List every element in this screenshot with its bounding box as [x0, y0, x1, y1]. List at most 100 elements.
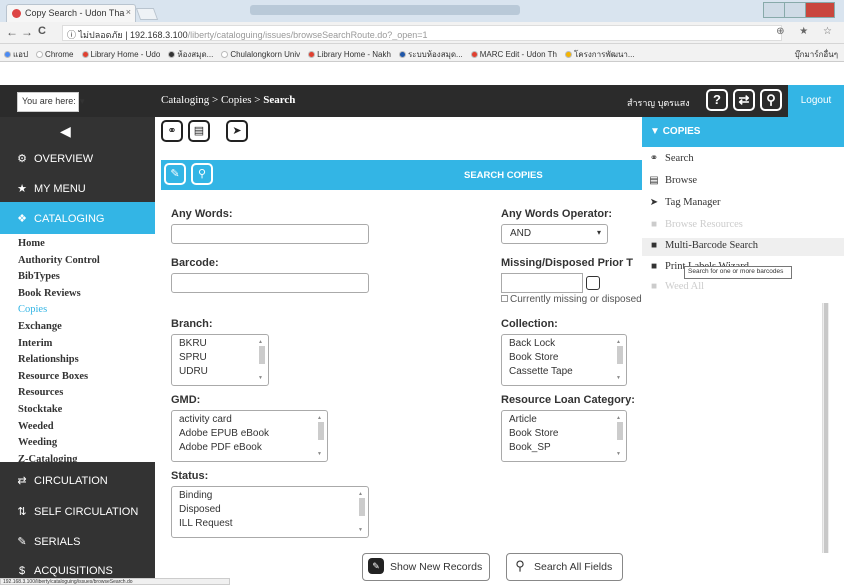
- branch-label: Branch:: [171, 318, 213, 330]
- help-icon[interactable]: ?: [706, 89, 728, 111]
- binoculars-icon[interactable]: ⚭: [161, 120, 183, 142]
- username: สำราญ บุตรแสง: [627, 98, 690, 108]
- sidebar-item-copies[interactable]: Copies: [18, 302, 155, 319]
- collapse-sidebar-icon[interactable]: ◀: [60, 123, 71, 140]
- bookmark-item[interactable]: Chulalongkorn Univ: [217, 46, 304, 59]
- show-new-records-button[interactable]: ✎ Show New Records: [362, 553, 490, 581]
- tab-close-icon[interactable]: ×: [126, 7, 131, 17]
- collection-listbox[interactable]: Back Lock Book Store Cassette Tape ▲ ▼: [501, 334, 627, 386]
- checkbox-box[interactable]: [501, 295, 508, 302]
- copies-menu-tag-manager[interactable]: ➤ Tag Manager: [647, 197, 721, 208]
- currently-missing-checkbox[interactable]: Currently missing or disposed: [501, 294, 642, 305]
- browser-tab[interactable]: Copy Search - Udon Tha ×: [6, 4, 136, 22]
- sidebar-item-stocktake[interactable]: Stocktake: [18, 402, 155, 419]
- list-item[interactable]: ILL Request: [179, 517, 361, 531]
- you-are-here-dropdown[interactable]: You are here: ▼: [17, 92, 86, 112]
- list-item[interactable]: Book Store: [509, 351, 619, 365]
- site-info-icon[interactable]: ⓘ: [67, 30, 76, 40]
- list-item[interactable]: Book_SP: [509, 441, 619, 455]
- scrollbar[interactable]: ▲ ▼: [358, 490, 366, 534]
- sidebar-section-self-circulation[interactable]: ⇅ SELF CIRCULATION: [0, 495, 155, 527]
- sidebar-section-serials[interactable]: ✎ SERIALS: [0, 525, 155, 557]
- copies-menu-multi-barcode-search[interactable]: ■ Multi-Barcode Search: [642, 238, 844, 256]
- sidebar-item-authority-control[interactable]: Authority Control: [18, 253, 155, 270]
- back-icon[interactable]: ←: [6, 25, 18, 39]
- minimize-button[interactable]: [763, 2, 785, 18]
- reload-icon[interactable]: C: [38, 25, 46, 37]
- sidebar-item-resources[interactable]: Resources: [18, 385, 155, 402]
- gmd-listbox[interactable]: activity card Adobe EPUB eBook Adobe PDF…: [171, 410, 328, 462]
- sidebar-item-bibtypes[interactable]: BibTypes: [18, 269, 155, 286]
- bookmark-item[interactable]: ระบบห้องสมุด...: [395, 44, 467, 61]
- clear-icon[interactable]: ✎: [164, 163, 186, 185]
- sidebar-section-overview[interactable]: ⚙ OVERVIEW: [0, 142, 155, 174]
- list-item[interactable]: Disposed: [179, 503, 361, 517]
- scrollbar[interactable]: ▲ ▼: [317, 414, 325, 458]
- bookmark-item[interactable]: Library Home - Udo: [78, 46, 165, 59]
- bookmark-item[interactable]: Chrome: [32, 46, 77, 59]
- copies-menu-browse[interactable]: ▤ Browse: [647, 175, 697, 186]
- square-icon: ■: [650, 219, 658, 230]
- list-item[interactable]: Adobe EPUB eBook: [179, 427, 320, 441]
- sidebar-section-label: OVERVIEW: [34, 153, 94, 165]
- branch-listbox[interactable]: BKRU SPRU UDRU ▲ ▼: [171, 334, 269, 386]
- sidebar-section-circulation[interactable]: ⇄ CIRCULATION: [0, 464, 155, 496]
- scrollbar[interactable]: ▲ ▼: [616, 414, 624, 458]
- breadcrumb-path[interactable]: Cataloging > Copies >: [161, 94, 263, 106]
- any-words-input[interactable]: [171, 224, 369, 244]
- url-security-label: ไม่ปลอดภัย: [78, 30, 123, 40]
- sidebar-item-interim[interactable]: Interim: [18, 336, 155, 353]
- sidebar-item-resource-boxes[interactable]: Resource Boxes: [18, 369, 155, 386]
- panel-scrollbar-thumb[interactable]: [824, 303, 828, 553]
- close-window-button[interactable]: [805, 2, 835, 18]
- header-search-icon[interactable]: ⚲: [760, 89, 782, 111]
- logout-button[interactable]: Logout: [788, 85, 844, 117]
- bookmark-item[interactable]: โครงการพัฒนา...: [561, 44, 639, 61]
- list-item[interactable]: BKRU: [179, 337, 261, 351]
- overview-icon: ⚙: [17, 153, 27, 165]
- list-item[interactable]: activity card: [179, 413, 320, 427]
- forward-icon[interactable]: →: [21, 25, 33, 39]
- sidebar-item-weeded[interactable]: Weeded: [18, 419, 155, 436]
- other-bookmarks[interactable]: บุ๊กมาร์กอื่นๆ: [786, 44, 844, 61]
- bookmark-item[interactable]: ห้องสมุด...: [164, 44, 217, 61]
- list-item[interactable]: Back Lock: [509, 337, 619, 351]
- loan-category-listbox[interactable]: Article Book Store Book_SP ▲ ▼: [501, 410, 627, 462]
- calendar-icon[interactable]: [586, 276, 600, 290]
- list-item[interactable]: Cassette Tape: [509, 365, 619, 379]
- barcode-input[interactable]: [171, 273, 369, 293]
- missing-date-input[interactable]: [501, 273, 583, 293]
- new-tab-button[interactable]: [135, 8, 159, 20]
- list-item[interactable]: SPRU: [179, 351, 261, 365]
- edit-icon: ✎: [368, 558, 384, 574]
- bookmark-item[interactable]: แอป: [0, 44, 32, 61]
- search-all-fields-button[interactable]: ⚲ Search All Fields: [506, 553, 623, 581]
- switch-icon[interactable]: ⇄: [733, 89, 755, 111]
- sidebar-item-book-reviews[interactable]: Book Reviews: [18, 286, 155, 303]
- list-item[interactable]: Book Store: [509, 427, 619, 441]
- sidebar-item-weeding[interactable]: Weeding: [18, 435, 155, 452]
- list-item[interactable]: UDRU: [179, 365, 261, 379]
- any-words-operator-select[interactable]: AND ▾: [501, 224, 608, 244]
- copies-menu-header[interactable]: ▼ COPIES: [642, 117, 844, 147]
- search-icon[interactable]: ⚲: [191, 163, 213, 185]
- browser-action-icons[interactable]: ⊕ ★ ☆: [776, 26, 838, 37]
- maximize-button[interactable]: [784, 2, 806, 18]
- sidebar-item-relationships[interactable]: Relationships: [18, 352, 155, 369]
- scrollbar[interactable]: ▲ ▼: [258, 338, 266, 382]
- browse-icon[interactable]: ▤: [188, 120, 210, 142]
- bookmark-item[interactable]: Library Home - Nakh: [304, 46, 395, 59]
- tag-icon[interactable]: ➤: [226, 120, 248, 142]
- copies-menu-search[interactable]: ⚭ Search: [647, 153, 694, 164]
- list-item[interactable]: Binding: [179, 489, 361, 503]
- scrollbar[interactable]: ▲ ▼: [616, 338, 624, 382]
- url-input[interactable]: ⓘ ไม่ปลอดภัย | 192.168.3.100/liberty/cat…: [62, 25, 782, 41]
- bookmark-item[interactable]: MARC Edit - Udon Th: [467, 46, 561, 59]
- list-item[interactable]: Article: [509, 413, 619, 427]
- sidebar-item-home[interactable]: Home: [18, 236, 155, 253]
- list-item[interactable]: Adobe PDF eBook: [179, 441, 320, 455]
- sidebar-section-my-menu[interactable]: ★ MY MENU: [0, 172, 155, 204]
- sidebar-section-cataloging[interactable]: ❖ CATALOGING: [0, 202, 155, 234]
- status-listbox[interactable]: Binding Disposed ILL Request ▲ ▼: [171, 486, 369, 538]
- sidebar-item-exchange[interactable]: Exchange: [18, 319, 155, 336]
